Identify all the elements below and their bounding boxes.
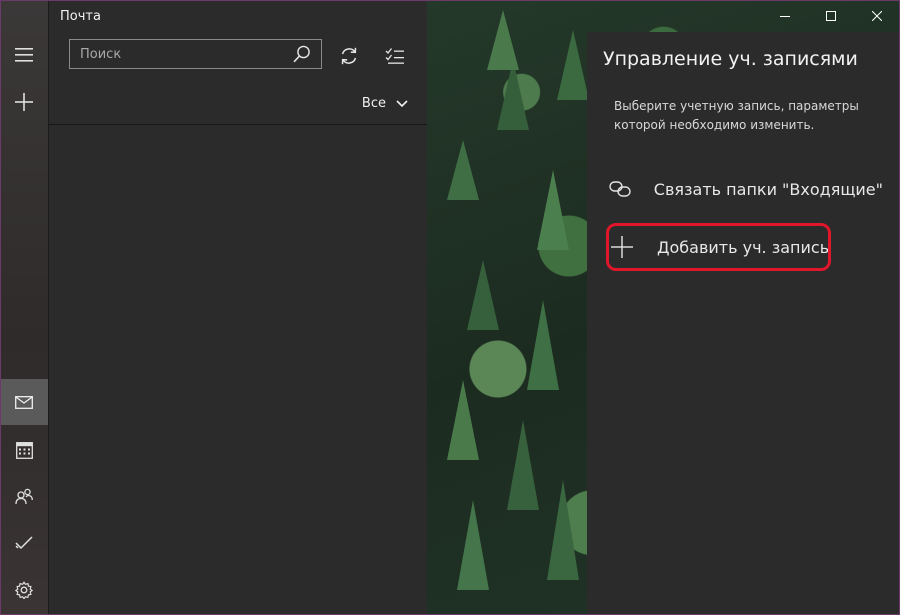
search-box[interactable] — [69, 39, 322, 69]
plus-icon — [15, 93, 33, 111]
link-inboxes-item[interactable]: Связать папки "Входящие" — [603, 169, 883, 209]
hamburger-icon — [15, 48, 33, 62]
new-mail-button[interactable] — [0, 79, 48, 125]
todo-nav-button[interactable] — [0, 520, 48, 566]
settings-nav-button[interactable] — [0, 567, 48, 613]
hamburger-menu-button[interactable] — [0, 32, 48, 78]
flyout-description: Выберите учетную запись, параметры котор… — [614, 99, 859, 132]
maximize-icon — [826, 11, 836, 21]
sync-button[interactable] — [334, 41, 364, 71]
link-icon — [609, 181, 632, 197]
calendar-icon — [15, 441, 33, 459]
checklist-icon — [385, 48, 404, 64]
search-icon — [293, 45, 310, 63]
minimize-icon — [780, 16, 790, 17]
flyout-title: Управление уч. записями — [603, 48, 858, 70]
calendar-nav-button[interactable] — [0, 427, 48, 473]
filter-label: Все — [361, 96, 386, 111]
nav-rail — [0, 0, 48, 615]
maximize-button[interactable] — [808, 0, 854, 32]
minimize-button[interactable] — [762, 0, 808, 32]
list-divider — [49, 124, 428, 125]
app-title: Почта — [60, 9, 101, 24]
close-icon — [872, 11, 882, 21]
people-icon — [15, 488, 33, 504]
mail-nav-button[interactable] — [0, 379, 48, 425]
chevron-down-icon — [396, 99, 408, 107]
manage-accounts-flyout: Управление уч. записями Выберите учетную… — [587, 32, 899, 615]
link-inboxes-label: Связать папки "Входящие" — [653, 179, 883, 199]
mail-icon — [15, 395, 33, 409]
search-button[interactable] — [293, 45, 311, 67]
mail-list-pane: Почта Все — [48, 0, 428, 615]
sync-icon — [341, 47, 357, 65]
people-nav-button[interactable] — [0, 473, 48, 519]
highlight-annotation — [606, 223, 831, 271]
filter-dropdown[interactable]: Все — [362, 96, 408, 111]
todo-icon — [15, 536, 33, 550]
selection-mode-button[interactable] — [380, 41, 410, 71]
close-button[interactable] — [854, 0, 900, 32]
settings-icon — [15, 581, 33, 599]
search-input[interactable] — [70, 40, 295, 68]
